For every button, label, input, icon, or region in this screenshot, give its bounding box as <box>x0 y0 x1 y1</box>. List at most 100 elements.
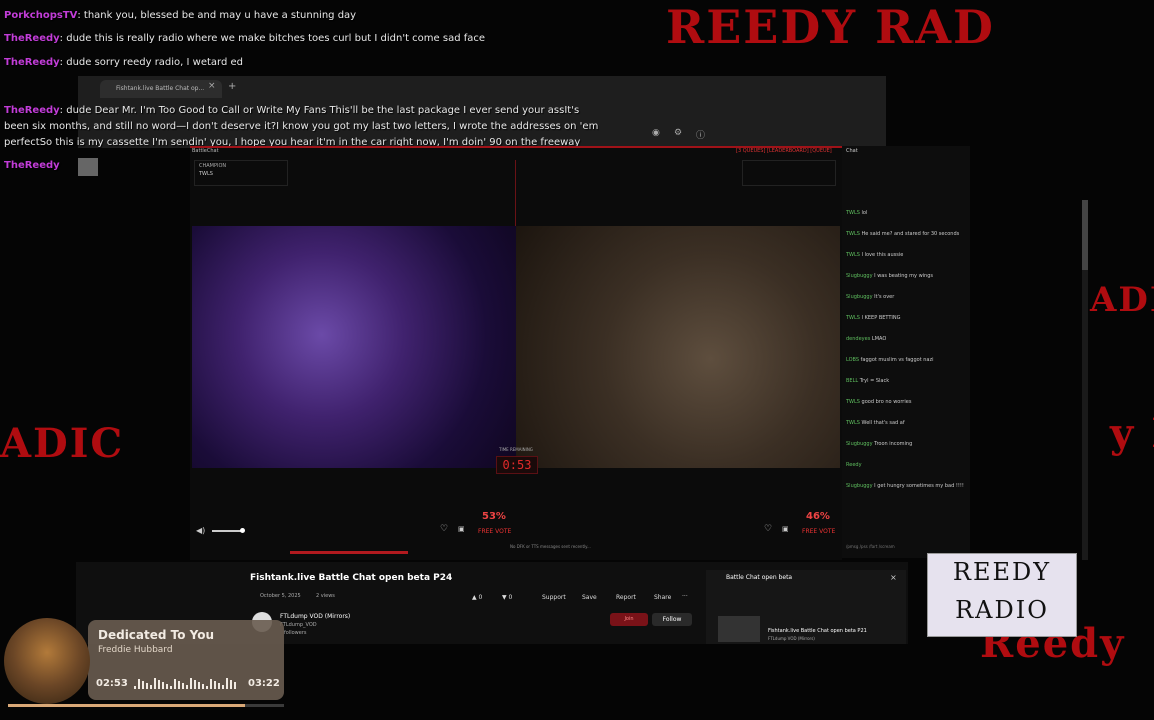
channel-name[interactable]: FTLdump VOD (Mirrors) <box>280 613 350 620</box>
waveform-bar <box>190 678 192 689</box>
chat-username[interactable]: Slugbuggy <box>846 273 874 279</box>
lock-icon[interactable]: ▣ <box>782 525 789 533</box>
track-progress-bar[interactable] <box>8 704 284 707</box>
chat-username[interactable]: LOBS <box>846 357 861 363</box>
volume-slider[interactable] <box>212 530 242 532</box>
vote-progress-bar <box>290 551 408 554</box>
right-free-vote-button[interactable]: FREE VOTE <box>802 528 835 535</box>
chat-message: TWLS I KEEP BETTING <box>846 315 968 321</box>
waveform-bar <box>134 686 136 689</box>
avatar <box>78 158 98 176</box>
chat-username[interactable]: TWLS <box>846 231 862 237</box>
timer-label: TIME REMAINING <box>499 447 533 452</box>
follow-button[interactable]: Follow <box>652 613 692 626</box>
like-button[interactable]: ▲ 0 <box>472 594 482 601</box>
left-webcam <box>192 226 516 468</box>
more-icon[interactable]: ··· <box>682 593 688 600</box>
status-text: No DFK or TTS messages sent recently... <box>510 544 591 549</box>
channel-handle: FTLdump_VOD <box>280 622 317 628</box>
elapsed-time: 02:53 <box>96 678 128 689</box>
report-button[interactable]: Report <box>616 594 636 601</box>
total-time: 03:22 <box>248 678 280 689</box>
info-icon[interactable]: ⓘ <box>696 128 705 141</box>
heart-icon[interactable]: ♡ <box>440 524 448 534</box>
waveform-bar <box>138 679 140 689</box>
settings-icon[interactable]: ⚙ <box>674 128 682 138</box>
track-title: Dedicated To You <box>98 628 215 642</box>
chat-username[interactable]: Slugbuggy <box>846 294 874 300</box>
waveform-bar <box>158 680 160 689</box>
playlist-item-title[interactable]: Fishtank.live Battle Chat open beta P21 <box>768 628 867 634</box>
chat-message: Slugbuggy I get hungry sometimes my bad … <box>846 483 968 489</box>
waveform <box>134 677 238 689</box>
waveform-bar <box>226 678 228 689</box>
close-tab-icon[interactable]: × <box>208 81 216 91</box>
chat-message: Slugbuggy Troon incoming <box>846 441 968 447</box>
overlay-chat-line: TheReedy: dude Dear Mr. I'm Too Good to … <box>4 105 580 116</box>
chat-username[interactable]: TWLS <box>846 210 862 216</box>
track-progress-fill <box>8 704 246 707</box>
stream-header-right[interactable]: [3 QUEUES] [LEADERBOARD] [QUEUE] <box>736 148 832 154</box>
chat-message: TWLS I love this aussie <box>846 252 968 258</box>
chat-username[interactable]: TWLS <box>846 420 862 426</box>
lock-icon[interactable]: ▣ <box>458 525 465 533</box>
chat-username[interactable]: Reedy <box>846 462 862 468</box>
chat-username[interactable]: Slugbuggy <box>846 441 874 447</box>
heart-icon[interactable]: ♡ <box>764 524 772 534</box>
volume-handle[interactable] <box>240 528 245 533</box>
chat-username[interactable]: TWLS <box>846 315 862 321</box>
scrollbar[interactable] <box>1082 200 1088 560</box>
new-tab-icon[interactable]: + <box>228 81 236 92</box>
battle-timer: 0:53 <box>496 456 538 474</box>
save-button[interactable]: Save <box>582 594 597 601</box>
overlay-chat-line: TheReedy: dude this is really radio wher… <box>4 33 486 44</box>
chat-header: Chat <box>846 148 858 154</box>
stream-header-left: BattleChat <box>192 148 219 154</box>
chat-text: Well that's sad af <box>861 420 905 426</box>
right-webcam <box>516 226 840 468</box>
chat-text: I was beating my wings <box>874 273 934 279</box>
chat-text: I KEEP BETTING <box>861 315 901 321</box>
playlist-popup: Battle Chat open beta × Fishtank.live Ba… <box>706 570 906 644</box>
bg-scribble: y R <box>1110 410 1154 457</box>
now-playing-widget: Dedicated To You Freddie Hubbard 02:53 0… <box>88 620 284 700</box>
right-player-card <box>742 160 836 186</box>
waveform-bar <box>170 686 172 689</box>
right-vote-percent: 46% <box>806 511 830 522</box>
playlist-thumbnail[interactable] <box>718 616 760 642</box>
left-free-vote-button[interactable]: FREE VOTE <box>478 528 511 535</box>
close-icon[interactable]: × <box>890 573 897 582</box>
video-date: October 5, 2025 <box>260 593 301 599</box>
eye-icon[interactable]: ◉ <box>652 128 660 138</box>
chat-username[interactable]: BELL <box>846 378 860 384</box>
chat-username[interactable]: TWLS <box>846 399 862 405</box>
chat-username[interactable]: TWLS <box>846 252 862 258</box>
video-title: Fishtank.live Battle Chat open beta P24 <box>250 573 453 583</box>
chat-message: Reedy <box>846 462 968 468</box>
waveform-bar <box>146 683 148 689</box>
waveform-bar <box>142 681 144 689</box>
side-chat: Chat TWLS lol TWLS He said me? and stared… <box>842 146 970 558</box>
support-button[interactable]: Support <box>542 594 566 601</box>
overlay-chat-line: TheReedy <box>4 160 60 171</box>
dislike-button[interactable]: ▼ 0 <box>502 594 512 601</box>
join-button[interactable]: Join <box>610 613 648 626</box>
chat-input[interactable]: /pmsg /pss /fart /scream <box>846 544 895 549</box>
left-player-card: CHAMPION TWLS <box>194 160 288 186</box>
browser-tab[interactable]: Fishtank.live Battle Chat op... <box>100 80 222 98</box>
waveform-bar <box>210 679 212 689</box>
chat-username[interactable]: Slugbuggy <box>846 483 874 489</box>
chat-message: TWLS lol <box>846 210 968 216</box>
chat-message: Slugbuggy It's over <box>846 294 968 300</box>
chat-text: I get hungry sometimes my bad !!!! <box>874 483 964 489</box>
channel-followers: followers <box>284 630 307 636</box>
volume-icon[interactable]: ◀) <box>196 526 205 535</box>
playlist-title: Battle Chat open beta <box>726 574 793 581</box>
chat-message: BELL Tryl = Slack <box>846 378 968 384</box>
waveform-bar <box>230 680 232 689</box>
chat-username[interactable]: dendeyes <box>846 336 872 342</box>
waveform-bar <box>182 683 184 689</box>
chat-message: dendeyes LMAO <box>846 336 968 342</box>
chat-message: TWLS He said me? and stared for 30 secon… <box>846 231 968 237</box>
share-button[interactable]: Share <box>654 594 671 601</box>
